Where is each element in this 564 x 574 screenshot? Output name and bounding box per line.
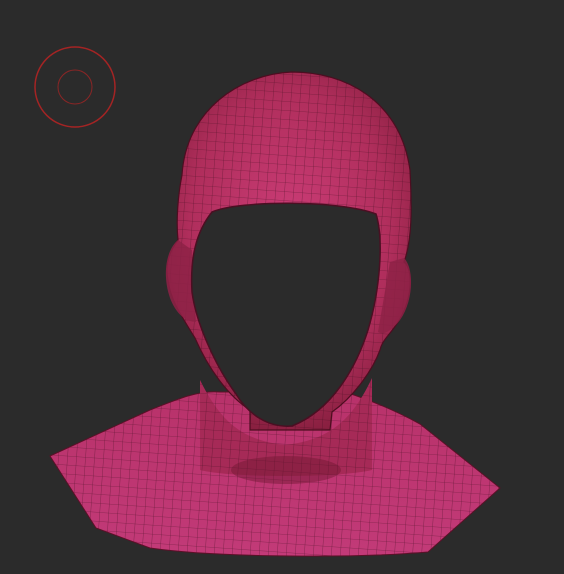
3d-viewport[interactable] [0, 0, 564, 574]
head-bust-mesh[interactable] [0, 0, 564, 574]
